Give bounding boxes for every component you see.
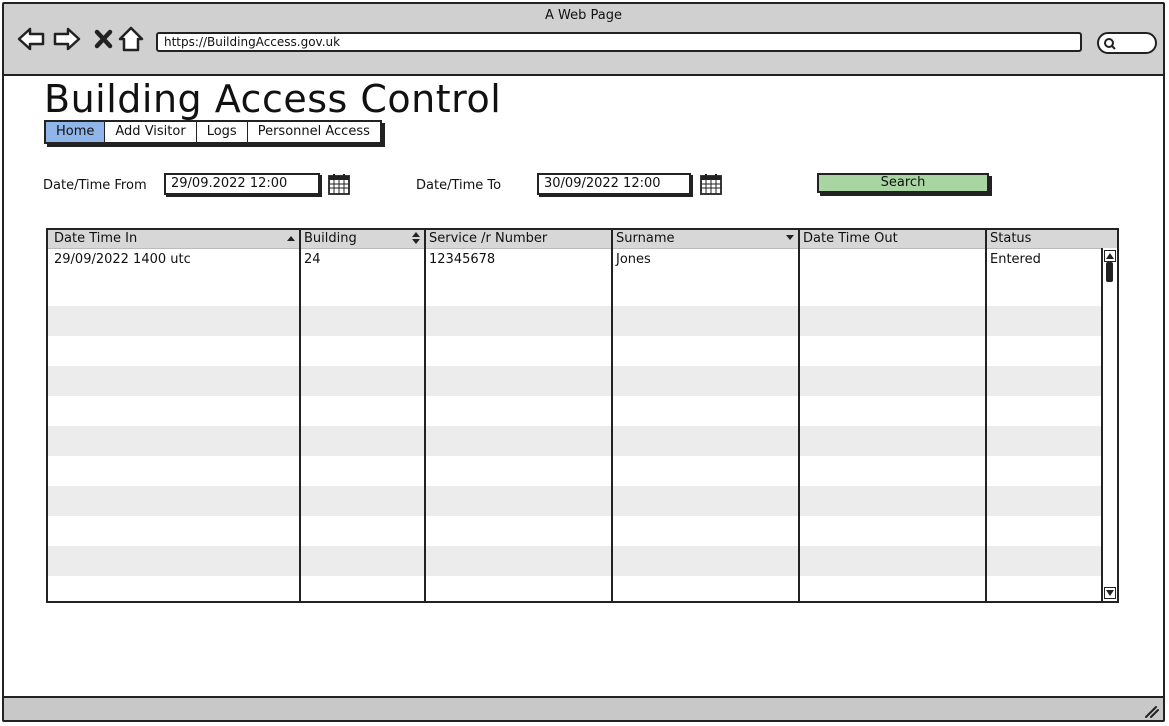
table-row xyxy=(48,366,1104,396)
scrollbar-thumb[interactable] xyxy=(1106,262,1113,282)
back-arrow-icon[interactable] xyxy=(16,24,46,54)
scroll-up-icon[interactable] xyxy=(1104,250,1116,262)
date-to-label: Date/Time To xyxy=(416,178,502,193)
column-header-building[interactable]: Building xyxy=(300,230,425,248)
sort-ascending-icon xyxy=(287,236,295,241)
table-row xyxy=(48,576,1104,601)
table-row xyxy=(48,456,1104,486)
column-header-label: Date Time Out xyxy=(803,231,898,246)
calendar-icon[interactable] xyxy=(699,172,723,196)
date-from-input[interactable]: 29/09.2022 12:00 xyxy=(164,173,320,195)
tab-home[interactable]: Home xyxy=(46,122,106,142)
date-to-input[interactable]: 30/09/2022 12:00 xyxy=(537,173,691,195)
scroll-down-icon[interactable] xyxy=(1104,587,1116,599)
forward-arrow-icon[interactable] xyxy=(52,24,82,54)
column-header-label: Date Time In xyxy=(54,231,138,246)
cell-surname: Jones xyxy=(616,252,651,267)
column-header-date-time-out[interactable]: Date Time Out xyxy=(799,230,986,248)
cell-status: Entered xyxy=(990,252,1041,267)
home-icon[interactable] xyxy=(116,24,146,54)
column-divider[interactable] xyxy=(299,230,301,601)
window-title: A Web Page xyxy=(545,8,622,23)
table-row xyxy=(48,306,1104,336)
table-row xyxy=(48,486,1104,516)
table-scrollbar[interactable] xyxy=(1101,248,1117,601)
column-header-label: Building xyxy=(304,231,357,246)
browser-titlebar: A Web Page https://BuildingAccess.gov.uk xyxy=(4,4,1163,76)
search-button[interactable]: Search xyxy=(817,173,989,193)
url-input[interactable]: https://BuildingAccess.gov.uk xyxy=(156,32,1082,52)
table-row xyxy=(48,276,1104,306)
access-log-table: 29/09/2022 1400 utc 24 12345678 Jones En… xyxy=(46,228,1119,603)
browser-search-field[interactable] xyxy=(1097,32,1157,54)
column-header-service-number[interactable]: Service /r Number xyxy=(425,230,612,248)
column-header-date-time-in[interactable]: Date Time In xyxy=(50,230,300,248)
calendar-icon[interactable] xyxy=(327,172,351,196)
column-header-label: Service /r Number xyxy=(429,231,548,246)
resize-grip-icon[interactable] xyxy=(1143,704,1159,718)
table-row xyxy=(48,546,1104,576)
sort-descending-icon xyxy=(786,235,794,240)
date-from-label: Date/Time From xyxy=(43,178,147,193)
column-divider[interactable] xyxy=(424,230,426,601)
column-header-surname[interactable]: Surname xyxy=(612,230,799,248)
table-header: Date Time In Building Service /r Number … xyxy=(48,230,1117,249)
column-header-status[interactable]: Status xyxy=(986,230,1104,248)
cell-service-number: 12345678 xyxy=(429,252,496,267)
tab-add-visitor[interactable]: Add Visitor xyxy=(105,122,197,142)
search-icon xyxy=(1104,38,1116,50)
column-divider[interactable] xyxy=(611,230,613,601)
column-header-label: Status xyxy=(990,231,1032,246)
browser-window: A Web Page https://BuildingAccess.gov.uk… xyxy=(2,2,1165,722)
page-title: Building Access Control xyxy=(44,77,502,121)
table-row[interactable]: 29/09/2022 1400 utc 24 12345678 Jones En… xyxy=(48,248,1104,278)
table-row xyxy=(48,336,1104,366)
column-divider[interactable] xyxy=(798,230,800,601)
table-row xyxy=(48,426,1104,456)
browser-statusbar xyxy=(4,696,1163,720)
sort-both-icon xyxy=(412,232,420,244)
table-row xyxy=(48,396,1104,426)
nav-tabs: Home Add Visitor Logs Personnel Access xyxy=(44,120,382,144)
table-row xyxy=(48,516,1104,546)
cell-date-time-in: 29/09/2022 1400 utc xyxy=(54,252,191,267)
cell-building: 24 xyxy=(304,252,321,267)
column-header-label: Surname xyxy=(616,231,675,246)
tab-personnel-access[interactable]: Personnel Access xyxy=(247,122,380,142)
tab-logs[interactable]: Logs xyxy=(196,122,248,142)
column-divider[interactable] xyxy=(985,230,987,601)
